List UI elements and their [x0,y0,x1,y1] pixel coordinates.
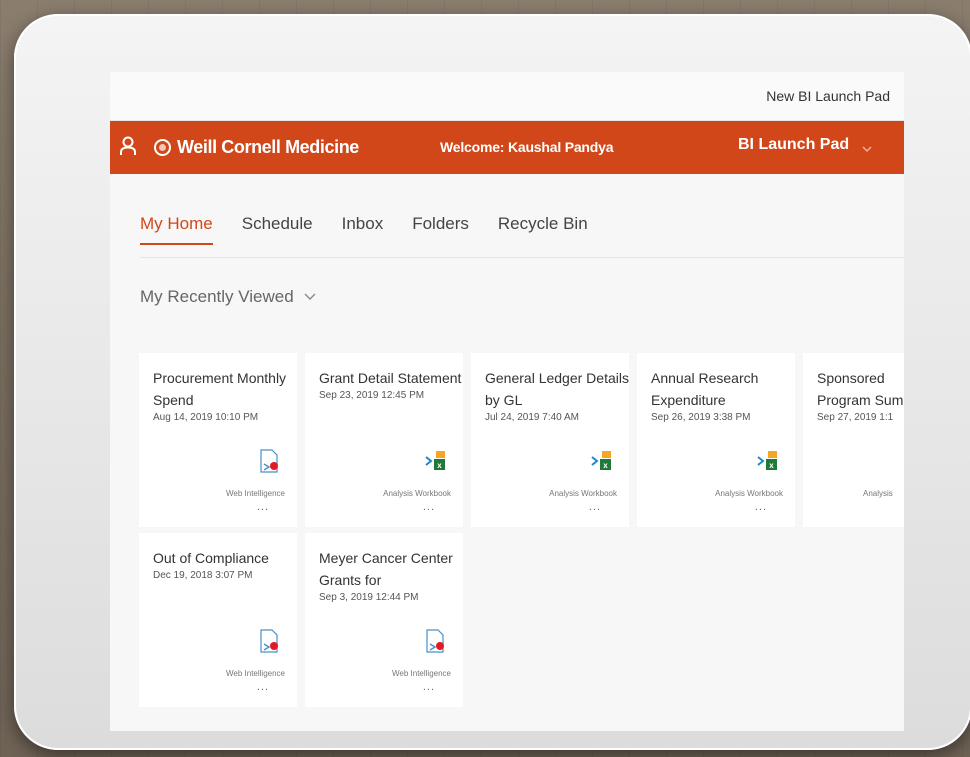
card-type: Analysis Workbook [549,489,617,498]
card-title-line: Sponsored [817,370,885,386]
app-screen: New BI Launch Pad Weill Cornell Medicine… [110,72,904,731]
card-type: Web Intelligence [392,669,451,678]
recently-viewed-label: My Recently Viewed [140,287,294,306]
more-icon[interactable]: ... [423,501,435,513]
tab-schedule[interactable]: Schedule [242,214,313,245]
card-title: Procurement Monthly Spend [153,370,287,408]
card-date: Sep 3, 2019 12:44 PM [319,592,419,603]
card-date: Dec 19, 2018 3:07 PM [153,570,253,581]
web-intelligence-icon [259,629,281,658]
web-intelligence-icon [425,629,447,658]
report-card[interactable]: Out of Compliance Dec 19, 2018 3:07 PM W… [139,533,297,707]
analysis-workbook-icon: x [425,449,447,476]
card-date: Jul 24, 2019 7:40 AM [485,412,579,423]
svg-text:x: x [769,461,774,470]
more-icon[interactable]: ... [589,501,601,513]
main-content: My Home Schedule Inbox Folders Recycle B… [110,174,904,731]
recently-viewed-dropdown[interactable]: My Recently Viewed [140,287,316,307]
tab-inbox[interactable]: Inbox [342,214,384,245]
report-card[interactable]: Annual Research Expenditure Sep 26, 2019… [637,353,795,527]
chevron-down-icon [304,293,316,300]
more-icon[interactable]: ... [755,501,767,513]
report-card[interactable]: Meyer Cancer Center Grants for Sep 3, 20… [305,533,463,707]
analysis-workbook-icon: x [591,449,613,476]
card-date: Aug 14, 2019 10:10 PM [153,412,259,423]
report-card[interactable]: Grant Detail Statement Sep 23, 2019 12:4… [305,353,463,527]
header-bar: Weill Cornell Medicine Welcome: Kaushal … [110,121,904,174]
welcome-text: Welcome: Kaushal Pandya [440,139,614,155]
logo-text: Weill Cornell Medicine [177,137,359,157]
seal-icon [154,139,171,156]
report-card[interactable]: Procurement Monthly Spend Aug 14, 2019 1… [139,353,297,527]
card-type: Analysis Workbook [383,489,451,498]
user-icon[interactable] [120,136,136,161]
more-icon[interactable]: ... [423,681,435,693]
card-type: Analysis Workbook [715,489,783,498]
card-type: Analysis [863,489,893,498]
svg-text:x: x [437,461,442,470]
tab-bar: My Home Schedule Inbox Folders Recycle B… [140,214,617,245]
launchpad-menu[interactable]: BI Launch Pad [738,136,849,154]
report-card[interactable]: General Ledger Details by GL Jul 24, 201… [471,353,629,527]
tab-folders[interactable]: Folders [412,214,469,245]
top-bar: New BI Launch Pad [110,72,904,121]
svg-text:x: x [603,461,608,470]
card-date: Sep 23, 2019 12:45 PM [319,390,425,401]
card-type: Web Intelligence [226,489,285,498]
app-title: New BI Launch Pad [766,88,890,104]
card-title: General Ledger Details by GL [485,370,629,408]
logo: Weill Cornell Medicine [154,137,359,158]
card-title: Sponsored Program Sum [817,367,904,411]
report-card[interactable]: Sponsored Program Sum Sep 27, 2019 1:1 A… [803,353,904,527]
more-icon[interactable]: ... [257,501,269,513]
tabs-divider [140,257,904,258]
tab-recycle-bin[interactable]: Recycle Bin [498,214,588,245]
chevron-down-icon[interactable] [862,140,872,158]
card-title: Out of Compliance [153,550,269,566]
card-title-line: Program Sum [817,392,904,408]
more-icon[interactable]: ... [257,681,269,693]
card-title: Grant Detail Statement [319,370,462,386]
tab-my-home[interactable]: My Home [140,214,213,245]
card-date: Sep 26, 2019 3:38 PM [651,412,751,423]
card-type: Web Intelligence [226,669,285,678]
card-date: Sep 27, 2019 1:1 [817,412,894,423]
card-title: Annual Research Expenditure [651,370,759,408]
card-title: Meyer Cancer Center Grants for [319,550,453,588]
analysis-workbook-icon: x [757,449,779,476]
web-intelligence-icon [259,449,281,478]
tablet-frame: New BI Launch Pad Weill Cornell Medicine… [14,14,970,750]
